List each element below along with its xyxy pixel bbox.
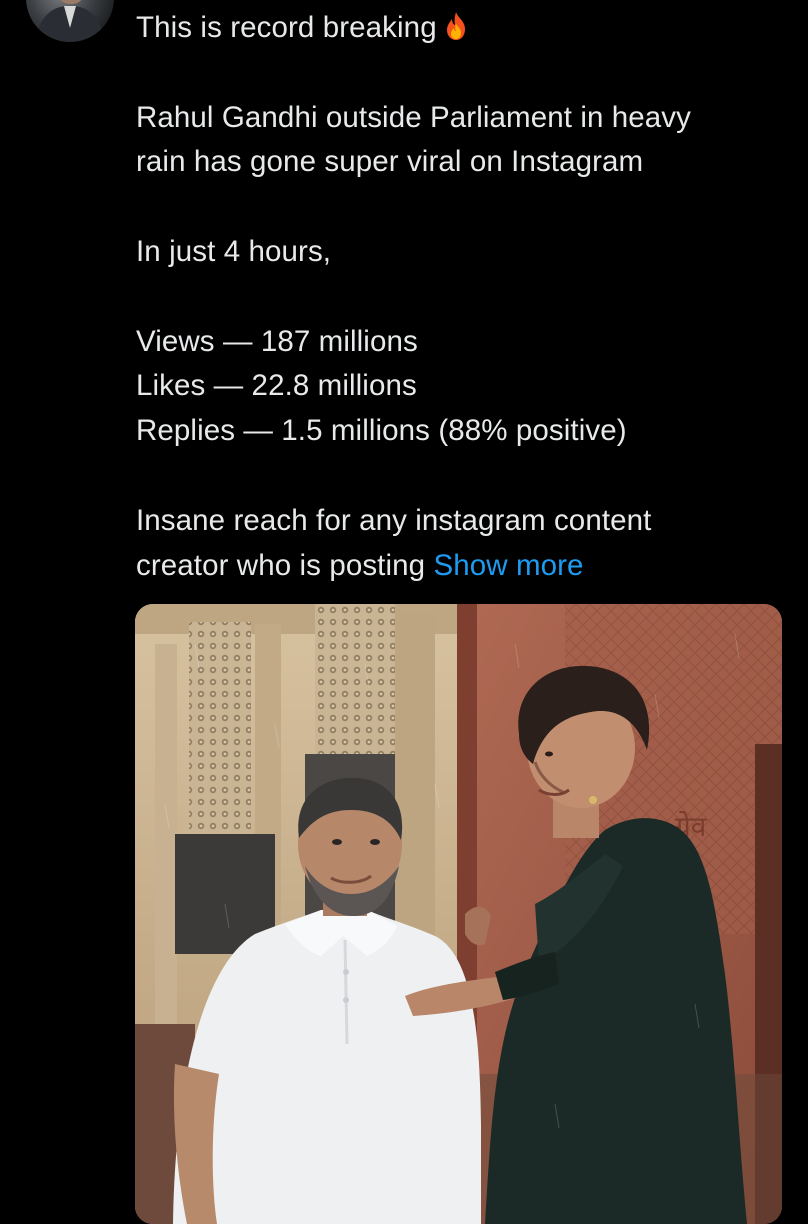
tweet-text: This is record breaking Rahul Gandhi out… [136, 6, 786, 588]
fire-icon [446, 12, 465, 40]
tweet-line-views: Views — 187 millions [136, 324, 418, 358]
tweet-line-1: This is record breaking [136, 6, 786, 51]
tweet-line-4: rain has gone super viral on Instagram [136, 145, 644, 179]
author-avatar[interactable] [26, 0, 114, 42]
photo-illustration: ग्रेव [135, 604, 782, 1224]
avatar-head-shape [56, 0, 86, 4]
lattice-window-left [189, 622, 251, 832]
tweet-line-12: Insane reach for any instagram content [136, 503, 652, 537]
tweet-line-3: Rahul Gandhi outside Parliament in heavy [136, 100, 691, 134]
lattice-window-center [315, 604, 395, 754]
tweet-line-replies: Replies — 1.5 millions (88% positive) [136, 414, 627, 448]
tweet-line-likes: Likes — 22.8 millions [136, 369, 417, 403]
tweet-media-photo[interactable]: ग्रेव [135, 604, 782, 1224]
tweet-line-6: In just 4 hours, [136, 234, 332, 268]
show-more-link[interactable]: Show more [433, 549, 583, 582]
tweet-line-13: creator who is posting Show more [136, 548, 584, 582]
